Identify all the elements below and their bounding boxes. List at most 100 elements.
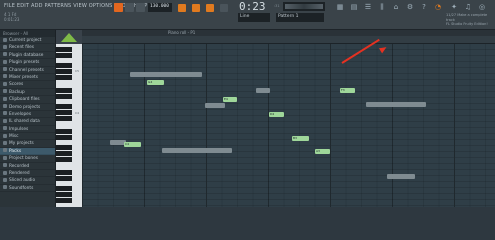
stop-button[interactable] xyxy=(125,3,134,12)
note[interactable] xyxy=(130,72,202,77)
note[interactable] xyxy=(366,102,426,107)
browser-item-label: Project bones xyxy=(9,156,39,162)
pattern-select[interactable]: Pattern 1 xyxy=(276,13,324,22)
note[interactable]: D4 xyxy=(269,112,284,117)
countdown-icon[interactable] xyxy=(220,4,228,12)
browser-item-label: Clipboard files xyxy=(9,97,40,103)
browser-item[interactable]: My projects xyxy=(0,140,55,148)
note[interactable]: E4 xyxy=(223,97,237,102)
folder-icon xyxy=(3,96,7,101)
browser-item[interactable]: Mixer presets xyxy=(0,74,55,82)
browser-item[interactable]: Envelopes xyxy=(0,111,55,119)
browser-item-label: Demo projects xyxy=(9,104,41,110)
metronome-icon[interactable] xyxy=(192,4,200,12)
record-button[interactable] xyxy=(136,3,145,12)
key-label: C5 xyxy=(75,69,80,73)
browser-item[interactable]: Current project xyxy=(0,37,55,45)
note-grid[interactable]: G4E4D4C4C4B3A3F3 xyxy=(82,38,495,207)
piano-roll: Piano roll - P1 G4E4D4C4C4B3A3F3 xyxy=(82,30,495,207)
midi-icon[interactable]: ✦ xyxy=(450,3,458,11)
piano-roll-icon[interactable]: ▤ xyxy=(350,3,358,11)
browser-item[interactable]: Soundfonts xyxy=(0,185,55,193)
browser-item[interactable]: Project bones xyxy=(0,155,55,163)
pattern-mode-icon[interactable] xyxy=(178,4,186,12)
folder-icon xyxy=(3,118,7,123)
black-key[interactable] xyxy=(56,88,72,93)
black-key[interactable] xyxy=(56,186,72,191)
black-key[interactable] xyxy=(56,151,72,156)
note[interactable]: G4 xyxy=(147,80,164,85)
plugin-picker-icon[interactable]: ⚙ xyxy=(406,3,414,11)
black-key[interactable] xyxy=(56,176,72,181)
browser-item[interactable]: Rendered xyxy=(0,170,55,178)
black-key[interactable] xyxy=(56,170,72,175)
note[interactable] xyxy=(205,103,225,108)
black-key[interactable] xyxy=(56,135,72,140)
browser-item-label: Envelopes xyxy=(9,111,32,117)
mixer-icon[interactable]: ⫼ xyxy=(378,3,386,11)
folder-icon xyxy=(3,104,7,109)
black-key[interactable] xyxy=(56,53,72,58)
note[interactable]: A3 xyxy=(315,149,330,154)
play-button[interactable] xyxy=(114,3,123,12)
black-key[interactable] xyxy=(56,116,72,121)
black-key[interactable] xyxy=(56,94,72,99)
browser-item[interactable]: Demo projects xyxy=(0,104,55,111)
black-key[interactable] xyxy=(56,104,72,109)
snap-select[interactable]: Line xyxy=(238,13,270,22)
note[interactable]: F3 xyxy=(340,88,355,93)
browser-item[interactable]: Channel presets xyxy=(0,67,55,74)
bar-line xyxy=(330,44,331,207)
folder-icon xyxy=(3,67,7,72)
browser-item[interactable]: Backup xyxy=(0,89,55,97)
news-panel[interactable]: 11/27 Make a complete track FL Studio Fr… xyxy=(446,13,494,27)
folder-icon xyxy=(3,133,7,138)
black-key[interactable] xyxy=(56,192,72,197)
time-ruler[interactable] xyxy=(82,36,495,44)
browser-item[interactable]: Recent files xyxy=(0,44,55,52)
black-key[interactable] xyxy=(56,129,72,134)
piano-roll-scroll-handle[interactable] xyxy=(56,30,82,44)
piano-keyboard[interactable]: C5 C4 xyxy=(56,30,82,207)
browser-item[interactable]: Clipboard files xyxy=(0,96,55,104)
black-key[interactable] xyxy=(56,69,72,74)
playlist-icon[interactable]: ▦ xyxy=(336,3,344,11)
help-icon[interactable]: ? xyxy=(420,3,428,11)
folder-icon xyxy=(3,52,7,57)
browser-item[interactable]: Sliced audio xyxy=(0,177,55,185)
black-key[interactable] xyxy=(56,145,72,150)
browser-item[interactable]: IL shared data xyxy=(0,118,55,126)
audio-icon[interactable]: ♫ xyxy=(464,3,472,11)
wait-input-icon[interactable] xyxy=(206,4,214,12)
browser-item[interactable]: Scores xyxy=(0,81,55,89)
browser-item[interactable]: Plugin database xyxy=(0,52,55,60)
browser-item[interactable]: Plugin presets xyxy=(0,59,55,67)
black-key[interactable] xyxy=(56,157,72,162)
folder-icon xyxy=(3,59,7,64)
folder-icon xyxy=(3,163,7,168)
browser-item[interactable]: Misc xyxy=(0,133,55,141)
note[interactable] xyxy=(162,148,232,153)
black-key[interactable] xyxy=(56,110,72,115)
tempo-display[interactable]: 130.000 xyxy=(148,3,172,12)
black-key[interactable] xyxy=(56,75,72,80)
note[interactable] xyxy=(256,88,270,93)
black-key[interactable] xyxy=(56,198,72,203)
black-key[interactable] xyxy=(56,47,72,52)
browser-item-label: Misc xyxy=(9,134,19,140)
browser-item[interactable]: Packs xyxy=(0,147,55,156)
browser-icon[interactable]: ⌂ xyxy=(392,3,400,11)
browser-header[interactable]: Browser - All xyxy=(0,30,55,37)
note[interactable] xyxy=(387,174,415,179)
black-key[interactable] xyxy=(56,63,72,68)
channel-rack-icon[interactable]: ☰ xyxy=(364,3,372,11)
folder-icon xyxy=(3,74,7,79)
note[interactable]: B3 xyxy=(292,136,309,141)
note[interactable]: C4 xyxy=(124,142,141,147)
online-icon[interactable]: ◎ xyxy=(478,3,486,11)
waveform-meter xyxy=(283,2,325,11)
browser-item[interactable]: Recorded xyxy=(0,163,55,171)
browser-list: Current project Recent files Plugin databa… xyxy=(0,37,55,193)
browser-item[interactable]: Impulses xyxy=(0,126,55,134)
folder-icon xyxy=(3,89,7,94)
